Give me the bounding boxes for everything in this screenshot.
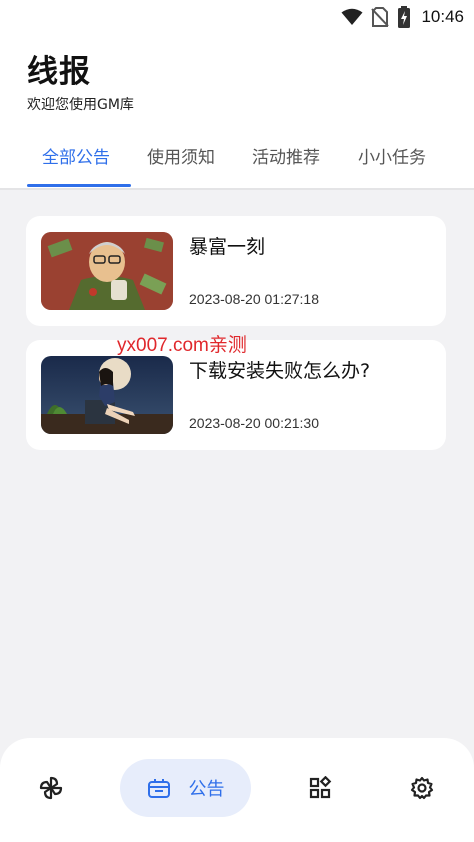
announcement-card[interactable]: 暴富一刻 2023-08-20 01:27:18	[26, 216, 446, 326]
status-icons: 10:46	[341, 5, 464, 29]
watermark-text: yx007.com亲测	[117, 335, 247, 356]
tab-all-announcements[interactable]: 全部公告	[42, 140, 110, 176]
no-sim-icon	[371, 7, 390, 27]
page-title: 线报	[27, 54, 91, 90]
nav-item-settings[interactable]	[393, 759, 451, 817]
tab-active-indicator	[27, 184, 131, 187]
tab-divider	[0, 188, 474, 190]
pinwheel-icon	[39, 776, 63, 800]
battery-charging-icon	[398, 6, 411, 28]
nav-item-apps[interactable]	[291, 759, 349, 817]
announcement-time: 2023-08-20 00:21:30	[189, 415, 319, 431]
apps-grid-icon	[309, 776, 332, 799]
tab-activity-recommend[interactable]: 活动推荐	[252, 140, 320, 176]
page-subtitle: 欢迎您使用GM库	[27, 97, 134, 113]
nav-item-home[interactable]	[22, 759, 80, 817]
wifi-icon	[341, 8, 363, 25]
nav-item-announcements[interactable]: 公告	[120, 759, 251, 817]
announcement-title: 暴富一刻	[189, 236, 266, 258]
tab-small-tasks[interactable]: 小小任务	[358, 140, 426, 176]
announcement-title: 下载安装失败怎么办?	[189, 360, 371, 382]
bulletin-icon	[147, 779, 170, 798]
status-time: 10:46	[421, 7, 464, 26]
announcement-time: 2023-08-20 01:27:18	[189, 291, 319, 307]
bottom-nav: 公告	[0, 738, 474, 842]
nav-label-announcements: 公告	[188, 779, 225, 800]
status-bar: 10:46	[0, 0, 474, 34]
woman-under-full-moon-image	[41, 356, 173, 434]
tab-usage-notes[interactable]: 使用须知	[147, 140, 215, 176]
settings-gear-icon	[410, 776, 434, 800]
header-area: 10:46 线报 欢迎您使用GM库 全部公告 使用须知 活动推荐 小小任务	[0, 0, 474, 190]
cartoon-man-with-money-image	[41, 232, 173, 310]
